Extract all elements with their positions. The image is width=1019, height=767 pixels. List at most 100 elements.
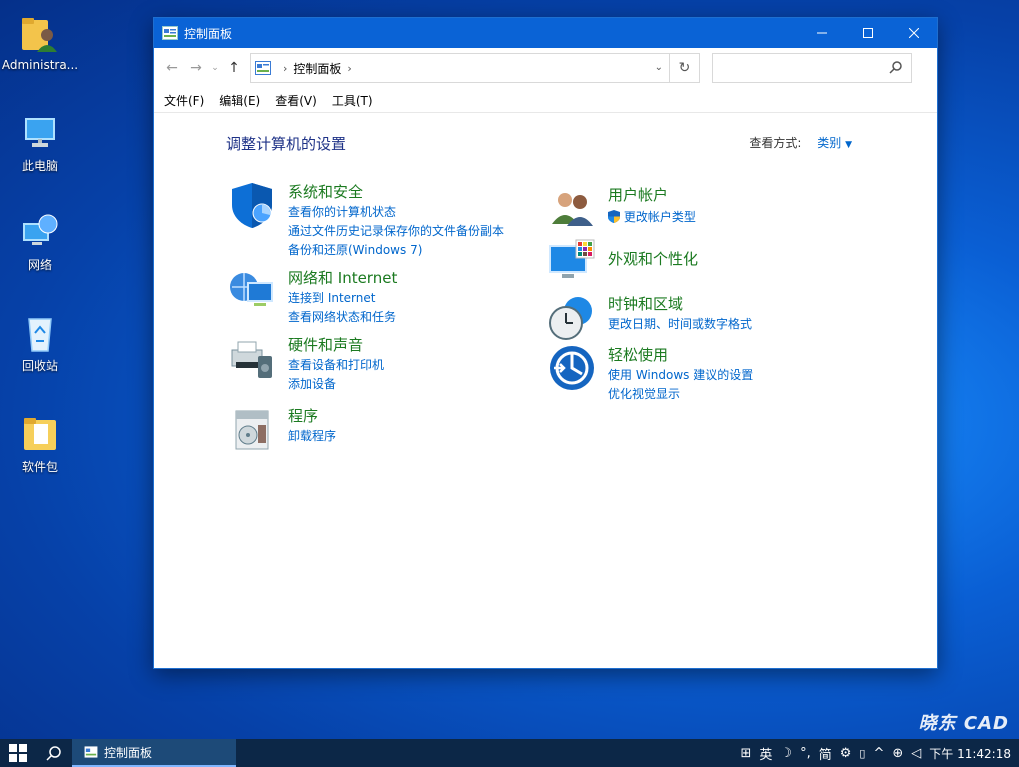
category-title[interactable]: 用户帐户: [608, 184, 668, 205]
category-programs: 程序 卸载程序: [228, 405, 528, 455]
clock[interactable]: 下午 11:42:18: [929, 745, 1011, 762]
category-link[interactable]: 通过文件历史记录保存你的文件备份副本: [288, 222, 504, 239]
view-by-dropdown[interactable]: 类别 ▼: [817, 136, 852, 150]
breadcrumb-chevron-icon[interactable]: ›: [347, 62, 351, 75]
navigation-bar: ← → ⌄ ↑ › 控制面板 › ⌄ ↻: [154, 48, 937, 88]
category-title[interactable]: 时钟和区域: [608, 293, 683, 314]
category-link[interactable]: 备份和还原(Windows 7): [288, 241, 422, 258]
category-link[interactable]: 查看你的计算机状态: [288, 203, 396, 220]
address-dropdown-icon[interactable]: ⌄: [655, 62, 663, 73]
search-icon: [46, 746, 61, 761]
desktop-icon-label: 此电脑: [21, 159, 58, 173]
desktop-icon-software-package[interactable]: 软件包: [0, 414, 80, 475]
moon-icon[interactable]: ☽: [780, 746, 792, 761]
clock-time: 11:42:18: [957, 746, 1011, 761]
menu-view[interactable]: 查看(V): [275, 92, 317, 109]
desktop-icon-this-pc[interactable]: 此电脑: [0, 113, 80, 174]
close-icon: [909, 28, 919, 38]
category-hardware-sound: 硬件和声音 查看设备和打印机 添加设备: [228, 334, 528, 394]
breadcrumb-control-panel[interactable]: 控制面板: [293, 60, 341, 77]
minimize-button[interactable]: [799, 18, 845, 48]
printer-icon[interactable]: [228, 334, 276, 382]
desktop-icon-administrator[interactable]: Administra...: [0, 14, 80, 72]
category-link[interactable]: 卸载程序: [288, 427, 336, 444]
category-title[interactable]: 网络和 Internet: [288, 267, 397, 288]
desktop-icon-recycle-bin[interactable]: 回收站: [0, 313, 80, 374]
maximize-icon: [863, 28, 873, 38]
desktop-icon-network[interactable]: 网络: [0, 212, 80, 273]
users-icon[interactable]: [548, 184, 596, 232]
user-folder-icon: [22, 18, 57, 52]
view-by-label: 查看方式:: [749, 136, 802, 150]
page-heading: 调整计算机的设置: [226, 135, 347, 153]
clock-icon[interactable]: [548, 293, 596, 341]
refresh-button[interactable]: ↻: [670, 53, 700, 83]
programs-icon[interactable]: [228, 405, 276, 453]
chevron-up-icon[interactable]: ^: [873, 746, 884, 761]
category-user-accounts: 用户帐户 更改帐户类型: [548, 184, 848, 234]
punctuation-icon[interactable]: °,: [800, 746, 811, 761]
network-icon[interactable]: [228, 267, 276, 315]
watermark: 晓东 CAD: [918, 713, 1009, 734]
category-clock-region: 时钟和区域 更改日期、时间或数字格式: [548, 293, 848, 343]
forward-button[interactable]: →: [184, 56, 208, 80]
gear-icon[interactable]: ⚙: [840, 746, 852, 761]
category-link[interactable]: 优化视觉显示: [608, 385, 680, 402]
shield-icon[interactable]: [228, 181, 276, 229]
forward-arrow-icon: →: [190, 60, 202, 76]
appearance-icon[interactable]: [548, 238, 596, 286]
computer-icon: [25, 118, 55, 147]
taskbar-app-control-panel[interactable]: 控制面板: [72, 739, 236, 767]
category-link[interactable]: 查看网络状态和任务: [288, 308, 396, 325]
menu-bar: 文件(F) 编辑(E) 查看(V) 工具(T): [154, 88, 937, 113]
category-link[interactable]: 使用 Windows 建议的设置: [608, 366, 753, 383]
menu-edit[interactable]: 编辑(E): [219, 92, 260, 109]
window-title: 控制面板: [184, 26, 233, 41]
ime-mode-indicator[interactable]: 简: [819, 744, 832, 763]
back-arrow-icon: ←: [166, 60, 178, 76]
breadcrumb-chevron-icon[interactable]: ›: [283, 62, 287, 75]
system-tray: ⊞ 英 ☽ °, 简 ⚙ ▯ ^ ⊕ ◁ 下午 11:42:18: [740, 739, 1011, 767]
address-bar[interactable]: › 控制面板 › ⌄: [250, 53, 670, 83]
category-link[interactable]: 查看设备和打印机: [288, 356, 384, 373]
category-title[interactable]: 系统和安全: [288, 181, 363, 202]
category-title[interactable]: 轻松使用: [608, 344, 668, 365]
recent-locations-button[interactable]: ⌄: [208, 56, 222, 80]
control-panel-icon: [255, 61, 271, 75]
search-input[interactable]: [712, 53, 912, 83]
control-panel-window: 控制面板 ← → ⌄ ↑ › 控制面板 › ⌄ ↻ 文件(F) 编辑(E) 查看…: [153, 17, 938, 669]
category-link[interactable]: 更改日期、时间或数字格式: [608, 315, 752, 332]
category-link[interactable]: 更改帐户类型: [608, 208, 696, 225]
taskbar-search-button[interactable]: [36, 739, 72, 767]
menu-file[interactable]: 文件(F): [164, 92, 204, 109]
content-area: 调整计算机的设置 查看方式: 类别 ▼ 系统和安全 查看你的计算机状态 通过文件…: [154, 113, 937, 669]
ease-of-access-icon[interactable]: [548, 344, 596, 392]
windows-logo-icon: [9, 744, 27, 762]
usb-icon[interactable]: ▯: [859, 747, 865, 760]
uac-shield-icon: [608, 210, 620, 223]
back-button[interactable]: ←: [160, 56, 184, 80]
start-button[interactable]: [0, 739, 36, 767]
view-by: 查看方式: 类别 ▼: [749, 134, 852, 151]
desktop-icon-label: 网络: [27, 258, 52, 272]
maximize-button[interactable]: [845, 18, 891, 48]
chevron-down-icon: ⌄: [211, 63, 219, 73]
up-button[interactable]: ↑: [222, 56, 246, 80]
minimize-icon: [817, 32, 827, 34]
category-appearance: 外观和个性化: [548, 238, 848, 288]
menu-tools[interactable]: 工具(T): [332, 92, 373, 109]
volume-icon[interactable]: ◁: [911, 746, 921, 761]
grid-icon[interactable]: ⊞: [740, 746, 751, 761]
category-link[interactable]: 添加设备: [288, 375, 336, 392]
desktop-icon-label: 软件包: [21, 460, 58, 474]
category-title[interactable]: 硬件和声音: [288, 334, 363, 355]
ime-language-indicator[interactable]: 英: [759, 744, 772, 763]
title-bar[interactable]: 控制面板: [154, 18, 937, 48]
category-title[interactable]: 程序: [288, 405, 318, 426]
search-icon: [889, 61, 902, 74]
globe-icon[interactable]: ⊕: [892, 746, 903, 761]
category-title[interactable]: 外观和个性化: [608, 248, 698, 269]
close-button[interactable]: [891, 18, 937, 48]
category-link[interactable]: 连接到 Internet: [288, 289, 375, 306]
dropdown-arrow-icon: ▼: [845, 140, 852, 150]
